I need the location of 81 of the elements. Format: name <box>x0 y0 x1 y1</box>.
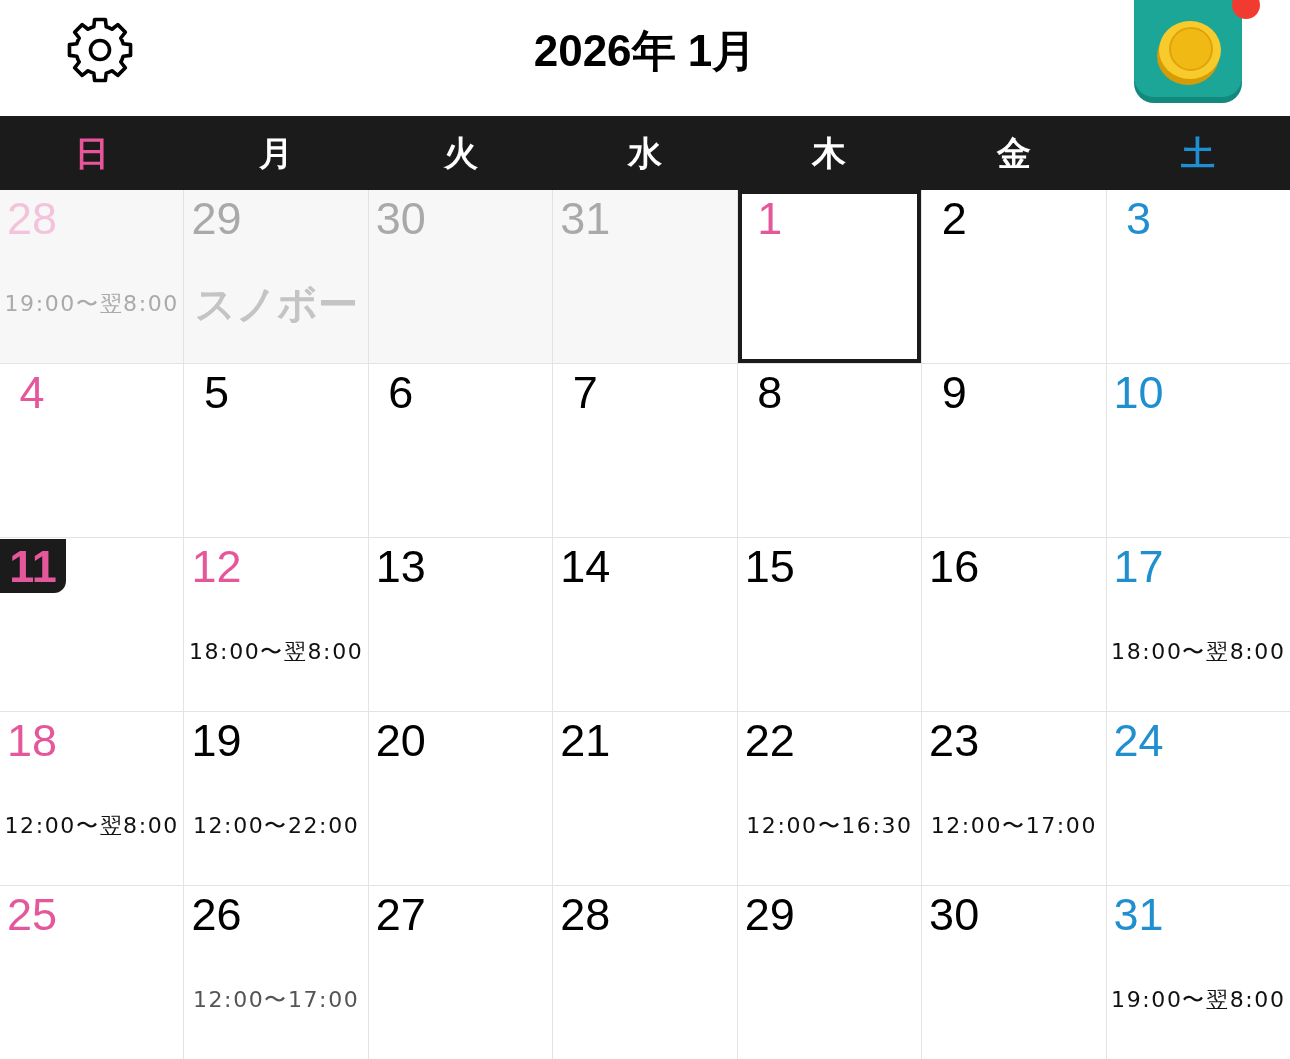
date-number: 31 <box>559 192 612 245</box>
settings-icon[interactable] <box>66 16 134 84</box>
day-cell[interactable]: 29 <box>737 886 922 1059</box>
date-number: 2 <box>940 192 968 245</box>
date-number: 29 <box>743 888 796 941</box>
day-cell[interactable]: 27 <box>368 886 553 1059</box>
event-time-text: 12:00〜22:00 <box>192 812 360 840</box>
event-time-text: 12:00〜翌8:00 <box>4 812 179 840</box>
day-cell[interactable]: 22 12:00〜16:30 <box>737 712 922 885</box>
date-number: 8 <box>756 366 784 419</box>
day-cell[interactable]: 23 12:00〜17:00 <box>922 712 1106 885</box>
day-cell[interactable]: 15 <box>737 538 922 711</box>
date-number: 4 <box>18 366 46 419</box>
date-number: 27 <box>374 888 427 941</box>
weekday-label: 水 <box>628 133 662 173</box>
day-cell[interactable]: 12 18:00〜翌8:00 <box>184 538 368 711</box>
date-number: 1 <box>756 192 784 245</box>
date-number: 10 <box>1112 366 1165 419</box>
day-cell[interactable]: 8 <box>737 364 922 537</box>
date-number: 17 <box>1112 540 1165 593</box>
month-title: 2026年 1月 <box>533 25 757 77</box>
day-cell[interactable]: 7 <box>553 364 737 537</box>
event-time-text: 18:00〜翌8:00 <box>188 638 364 666</box>
weekday-label: 金 <box>996 133 1031 173</box>
date-number: 18 <box>5 714 59 767</box>
event-time-text: 12:00〜17:00 <box>192 986 360 1014</box>
date-number: 30 <box>928 888 981 941</box>
day-cell[interactable]: 6 <box>368 364 553 537</box>
weekday-label: 月 <box>259 133 294 173</box>
date-number: 22 <box>743 714 796 767</box>
date-number: 28 <box>559 888 612 941</box>
day-cell[interactable]: 30 <box>922 886 1106 1059</box>
day-cell[interactable]: 28 <box>553 886 737 1059</box>
day-cell[interactable]: 31 19:00〜翌8:00 <box>1106 886 1290 1059</box>
date-number: 20 <box>374 714 427 767</box>
weekday-label: 木 <box>812 133 847 173</box>
day-cell[interactable]: 3 <box>1106 190 1290 363</box>
date-number: 26 <box>190 888 243 941</box>
day-cell[interactable]: 18 12:00〜翌8:00 <box>0 712 184 885</box>
day-cell[interactable]: 17 18:00〜翌8:00 <box>1106 538 1290 711</box>
date-number: 29 <box>190 192 243 245</box>
date-number: 25 <box>5 888 59 941</box>
date-number: 7 <box>571 366 599 419</box>
weekday-label: 日 <box>74 133 109 173</box>
date-number: 5 <box>202 366 230 419</box>
date-number: 16 <box>928 540 981 593</box>
day-cell[interactable]: 26 12:00〜17:00 <box>184 886 368 1059</box>
date-number: 31 <box>1112 888 1165 941</box>
day-cell[interactable]: 21 <box>553 712 737 885</box>
day-cell[interactable]: 11 <box>0 538 184 711</box>
date-number: 12 <box>190 540 243 593</box>
date-number: 13 <box>374 540 427 593</box>
date-number: 15 <box>743 540 796 593</box>
coin-app-icon[interactable] <box>1134 0 1242 103</box>
day-cell[interactable]: 19 12:00〜22:00 <box>184 712 368 885</box>
event-time-text: 12:00〜16:30 <box>746 812 913 840</box>
day-cell[interactable]: 16 <box>922 538 1106 711</box>
date-number: 19 <box>190 714 243 767</box>
day-cell[interactable]: 10 <box>1106 364 1290 537</box>
date-number: 30 <box>374 192 427 245</box>
event-time-text: 12:00〜17:00 <box>930 812 1098 840</box>
date-number: 24 <box>1112 714 1165 767</box>
event-time-text: 19:00〜翌8:00 <box>1111 986 1286 1014</box>
date-number: 9 <box>940 366 968 419</box>
day-cell[interactable]: 20 <box>368 712 553 885</box>
event-time-text: 19:00〜翌8:00 <box>4 290 179 318</box>
date-number: 3 <box>1125 192 1153 245</box>
day-cell[interactable]: 2 <box>922 190 1106 363</box>
day-cell[interactable]: 9 <box>922 364 1106 537</box>
day-cell[interactable]: 24 <box>1106 712 1290 885</box>
date-number: 21 <box>559 714 612 767</box>
date-number: 6 <box>387 366 415 419</box>
weekday-label: 火 <box>443 133 478 173</box>
date-number: 23 <box>928 714 981 767</box>
day-cell[interactable]: 13 <box>368 538 553 711</box>
date-number: 11 <box>0 539 66 593</box>
event-time-text: 18:00〜翌8:00 <box>1111 638 1286 666</box>
date-number: 14 <box>559 540 612 593</box>
weekday-label: 土 <box>1181 133 1216 173</box>
day-cell[interactable]: 5 <box>184 364 368 537</box>
day-cell[interactable]: 14 <box>553 538 737 711</box>
